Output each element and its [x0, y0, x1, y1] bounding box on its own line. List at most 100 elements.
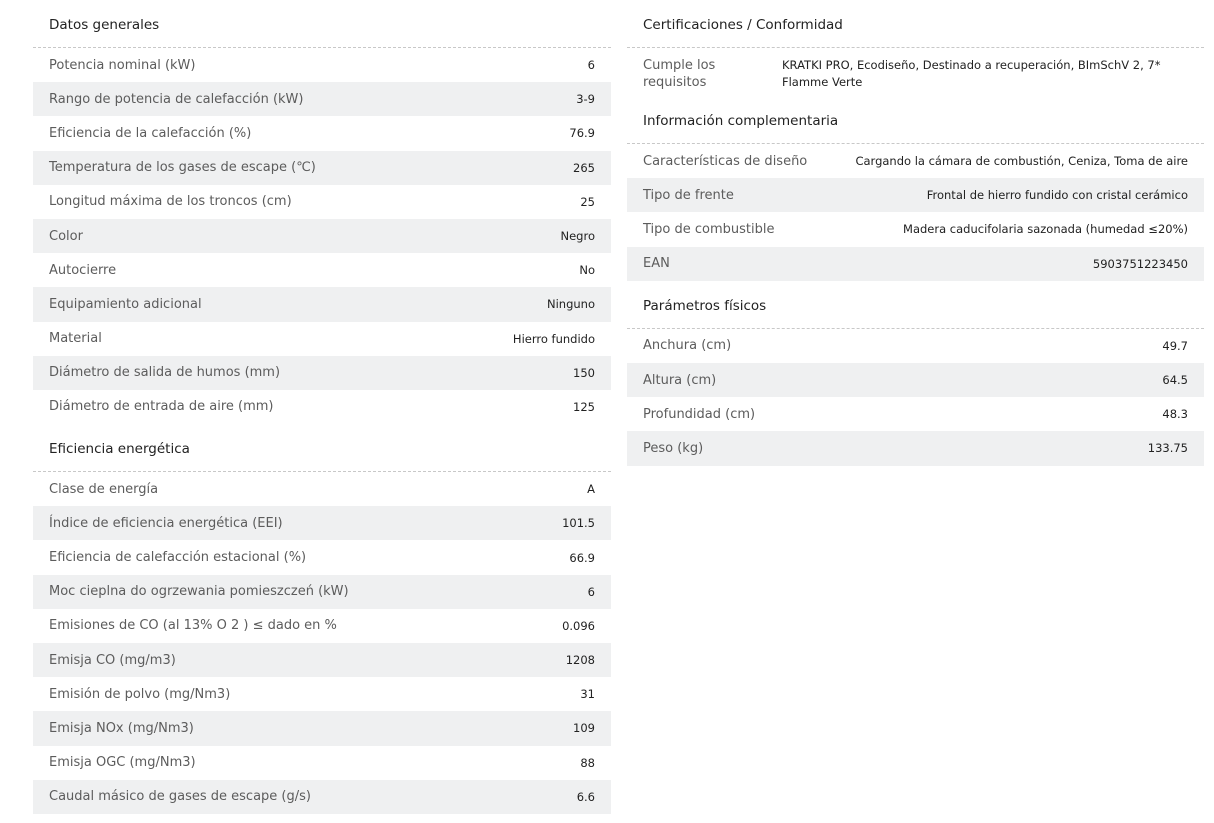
- row-value: 5903751223450: [1092, 256, 1188, 271]
- table-row: Profundidad (cm) 48.3: [627, 397, 1204, 431]
- table-row: Equipamiento adicional Ninguno: [33, 287, 611, 322]
- row-value: 265: [573, 160, 595, 175]
- row-label: Caudal másico de gases de escape (g/s): [49, 789, 311, 805]
- table-row: Tipo de frente Frontal de hierro fundido …: [627, 178, 1204, 213]
- row-value: 101.5: [562, 516, 595, 531]
- table-row: Índice de eficiencia energética (EEI) 101…: [33, 506, 611, 541]
- row-label: Rango de potencia de calefacción (kW): [49, 91, 304, 107]
- table-row: Rango de potencia de calefacción (kW) 3-9: [33, 82, 611, 117]
- row-label: Longitud máxima de los troncos (cm): [49, 194, 292, 210]
- table-row: Caudal másico de gases de escape (g/s) 6.…: [33, 779, 611, 814]
- row-label: Cumple los requisitos: [643, 58, 716, 90]
- row-label: Potencia nominal (kW): [49, 57, 196, 73]
- row-value: 150: [573, 365, 595, 380]
- row-label: Temperatura de los gases de escape (℃): [49, 160, 316, 176]
- row-label: Equipamiento adicional: [49, 296, 202, 312]
- row-label: Índice de eficiencia energética (EEI): [49, 515, 283, 531]
- row-label: Emisja CO (mg/m3): [49, 652, 176, 668]
- certifications-table: Cumple los requisitos KRATKI PRO, Ecodise…: [627, 48, 1204, 96]
- section-title-energy: Eficiencia energética: [33, 424, 611, 473]
- row-label: Moc cieplna do ogrzewania pomieszczeń (k…: [49, 584, 349, 600]
- left-column: Datos generales Potencia nominal (kW) 6 R…: [33, 0, 611, 814]
- row-value: Madera caducifolaria sazonada (humedad ≤…: [903, 222, 1188, 237]
- row-label: Eficiencia de la calefacción (%): [49, 125, 252, 141]
- energy-table: Clase de energía A Índice de eficiencia e…: [33, 472, 611, 814]
- row-value: 6.6: [576, 789, 595, 804]
- row-label: Anchura (cm): [643, 338, 732, 354]
- table-row: Material Hierro fundido: [33, 322, 611, 356]
- row-value: Cargando la cámara de combustión, Ceniza…: [855, 154, 1188, 169]
- row-value: 88: [580, 755, 595, 770]
- table-row: Diámetro de salida de humos (mm) 150: [33, 355, 611, 390]
- row-label: Tipo de frente: [643, 187, 734, 203]
- row-value: 31: [580, 687, 595, 702]
- row-value: 48.3: [1162, 407, 1188, 422]
- table-row: Características de diseño Cargando la cám…: [627, 144, 1204, 178]
- row-label: Diámetro de salida de humos (mm): [49, 365, 281, 381]
- row-value: 109: [573, 721, 595, 736]
- table-row: Eficiencia de la calefacción (%) 76.9: [33, 116, 611, 150]
- table-row: Longitud máxima de los troncos (cm) 25: [33, 185, 611, 219]
- table-row: Eficiencia de calefacción estacional (%)…: [33, 540, 611, 574]
- row-label: Emisja OGC (mg/Nm3): [49, 755, 196, 771]
- section-title-complementary: Información complementaria: [627, 96, 1204, 144]
- table-row: Tipo de combustible Madera caducifolaria …: [627, 212, 1204, 246]
- spec-page: Datos generales Potencia nominal (kW) 6 R…: [0, 0, 1214, 823]
- general-table: Potencia nominal (kW) 6 Rango de potencia…: [33, 48, 611, 424]
- physical-table: Anchura (cm) 49.7 Altura (cm) 64.5 Profund…: [627, 329, 1204, 466]
- row-label: Emisión de polvo (mg/Nm3): [49, 686, 231, 702]
- row-label: Emisja NOx (mg/Nm3): [49, 720, 194, 736]
- section-title-general: Datos generales: [33, 0, 611, 48]
- table-row: Temperatura de los gases de escape (℃) 26…: [33, 150, 611, 185]
- row-label: Tipo de combustible: [643, 221, 775, 237]
- section-title-certifications: Certificaciones / Conformidad: [627, 0, 1204, 48]
- table-row: Cumple los requisitos KRATKI PRO, Ecodise…: [627, 48, 1204, 96]
- section-title-physical: Parámetros físicos: [627, 281, 1204, 329]
- table-row: Clase de energía A: [33, 472, 611, 506]
- table-row: Emisiones de CO (al 13% O 2 ) ≤ dado en …: [33, 609, 611, 643]
- row-label: Clase de energía: [49, 481, 159, 497]
- table-row: Diámetro de entrada de aire (mm) 125: [33, 390, 611, 424]
- row-value: Negro: [560, 229, 596, 244]
- row-value: 133.75: [1147, 441, 1188, 456]
- table-row: Autocierre No: [33, 253, 611, 287]
- table-row: Color Negro: [33, 218, 611, 254]
- table-row: Potencia nominal (kW) 6: [33, 48, 611, 82]
- row-label: Emisiones de CO (al 13% O 2 ) ≤ dado en …: [49, 618, 337, 634]
- row-label: Profundidad (cm): [643, 406, 756, 422]
- row-value: Hierro fundido: [512, 331, 595, 346]
- complementary-table: Características de diseño Cargando la cám…: [627, 144, 1204, 281]
- row-label: Peso (kg): [643, 440, 704, 456]
- row-value: 49.7: [1162, 338, 1188, 353]
- table-row: Anchura (cm) 49.7: [627, 329, 1204, 363]
- row-value: 0.096: [562, 618, 595, 633]
- row-label: Autocierre: [49, 262, 117, 278]
- row-label: Características de diseño: [643, 153, 808, 169]
- row-value: KRATKI PRO, Ecodiseño, Destinado a recup…: [782, 58, 1161, 89]
- row-value: 76.9: [569, 126, 595, 141]
- row-value: 6: [587, 584, 595, 599]
- row-value: 25: [580, 194, 595, 209]
- row-label: Color: [49, 228, 83, 244]
- table-row: Emisja NOx (mg/Nm3) 109: [33, 711, 611, 746]
- table-row: EAN 5903751223450: [627, 246, 1204, 281]
- row-value: Frontal de hierro fundido con cristal ce…: [926, 188, 1188, 203]
- row-value: 125: [573, 399, 595, 414]
- table-row: Emisión de polvo (mg/Nm3) 31: [33, 677, 611, 711]
- row-value: Ninguno: [547, 297, 595, 312]
- row-value: A: [587, 482, 595, 497]
- row-label: Altura (cm): [643, 372, 717, 388]
- table-row: Altura (cm) 64.5: [627, 362, 1204, 398]
- table-row: Moc cieplna do ogrzewania pomieszczeń (k…: [33, 574, 611, 609]
- row-label: Material: [49, 331, 102, 347]
- row-label: EAN: [643, 256, 670, 272]
- row-label: Diámetro de entrada de aire (mm): [49, 399, 274, 415]
- row-value: 6: [587, 58, 595, 73]
- row-value: 1208: [565, 653, 595, 668]
- row-value: 64.5: [1162, 373, 1188, 388]
- table-row: Emisja CO (mg/m3) 1208: [33, 643, 611, 678]
- row-value: No: [579, 263, 595, 278]
- table-row: Emisja OGC (mg/Nm3) 88: [33, 746, 611, 780]
- row-value: 66.9: [569, 550, 595, 565]
- row-label: Eficiencia de calefacción estacional (%): [49, 550, 307, 566]
